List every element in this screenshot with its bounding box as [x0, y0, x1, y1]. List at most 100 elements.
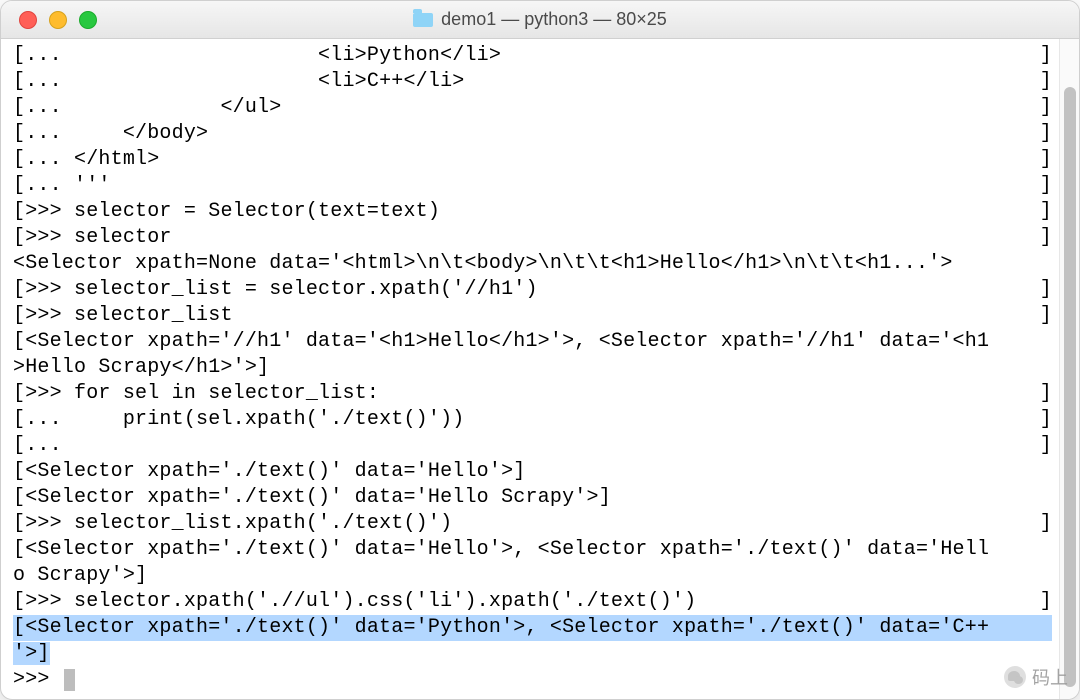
line-content: [<Selector xpath='./text()' data='Hello'…: [13, 459, 1052, 485]
watermark-text: 码上: [1032, 664, 1068, 690]
line-right-bracket: [1052, 537, 1055, 563]
terminal-line: [... </html>]: [13, 147, 1055, 173]
prompt: >>>: [25, 382, 74, 405]
line-content: o Scrapy'>]: [13, 563, 1052, 589]
line-right-bracket: ]: [1040, 95, 1055, 121]
line-text: [<Selector xpath='./text()' data='Python…: [13, 616, 989, 639]
line-content: ... <li>Python</li>: [25, 43, 1040, 69]
scrollbar-thumb[interactable]: [1064, 87, 1076, 687]
line-text: >Hello Scrapy</h1>'>]: [13, 356, 269, 379]
line-right-bracket: [1052, 355, 1055, 381]
terminal-line: [>>> selector_list = selector.xpath('//h…: [13, 277, 1055, 303]
terminal-line: >Hello Scrapy</h1>'>]: [13, 355, 1055, 381]
line-text: selector.xpath('.//ul').css('li').xpath(…: [74, 590, 696, 613]
line-right-bracket: ]: [1040, 121, 1055, 147]
titlebar[interactable]: demo1 — python3 — 80×25: [1, 1, 1079, 39]
line-text: '>]: [13, 642, 50, 665]
zoom-icon[interactable]: [79, 11, 97, 29]
line-right-bracket: [1052, 329, 1055, 355]
line-content: >>>: [13, 667, 1052, 693]
line-left-bracket: [: [13, 277, 25, 303]
prompt: ...: [25, 434, 74, 457]
wechat-icon: [1004, 666, 1026, 688]
line-content: [<Selector xpath='./text()' data='Hello'…: [13, 537, 1052, 563]
line-right-bracket: ]: [1040, 589, 1055, 615]
prompt: >>>: [25, 200, 74, 223]
line-content: [<Selector xpath='./text()' data='Python…: [13, 615, 1052, 641]
line-left-bracket: [: [13, 43, 25, 69]
prompt: ...: [25, 122, 74, 145]
terminal-line: [<Selector xpath='//h1' data='<h1>Hello<…: [13, 329, 1055, 355]
line-right-bracket: [1052, 563, 1055, 589]
line-right-bracket: ]: [1040, 407, 1055, 433]
prompt: >>>: [25, 278, 74, 301]
line-content: >>> selector_list: [25, 303, 1040, 329]
line-left-bracket: [: [13, 381, 25, 407]
line-text: o Scrapy'>]: [13, 564, 147, 587]
prompt: ...: [25, 408, 74, 431]
line-content: >>> selector_list.xpath('./text()'): [25, 511, 1040, 537]
line-right-bracket: ]: [1040, 225, 1055, 251]
line-right-bracket: ]: [1040, 303, 1055, 329]
prompt: ...: [25, 174, 74, 197]
prompt: >>>: [25, 512, 74, 535]
line-text: selector = Selector(text=text): [74, 200, 440, 223]
line-content: ... </ul>: [25, 95, 1040, 121]
terminal-line: [>>> selector_list.xpath('./text()')]: [13, 511, 1055, 537]
terminal-line: [... </body>]: [13, 121, 1055, 147]
line-right-bracket: ]: [1040, 69, 1055, 95]
line-left-bracket: [: [13, 303, 25, 329]
terminal-line: [>>> selector = Selector(text=text)]: [13, 199, 1055, 225]
window-controls: [19, 11, 97, 29]
terminal-output[interactable]: [... <li>Python</li>][... <li>C++</li>][…: [1, 39, 1059, 699]
line-content: ... print(sel.xpath('./text()')): [25, 407, 1040, 433]
prompt: ...: [25, 70, 74, 93]
terminal-line: [>>> selector_list]: [13, 303, 1055, 329]
line-left-bracket: [: [13, 511, 25, 537]
window-title-text: demo1 — python3 — 80×25: [441, 9, 667, 30]
line-right-bracket: [1052, 485, 1055, 511]
line-right-bracket: ]: [1040, 147, 1055, 173]
terminal-line: '>]: [13, 641, 1055, 667]
line-content: >Hello Scrapy</h1>'>]: [13, 355, 1052, 381]
terminal-line: [... ]: [13, 433, 1055, 459]
prompt: ...: [25, 96, 74, 119]
line-text: for sel in selector_list:: [74, 382, 379, 405]
line-text: </body>: [74, 122, 208, 145]
terminal-line: [<Selector xpath='./text()' data='Hello'…: [13, 537, 1055, 563]
line-content: >>> selector: [25, 225, 1040, 251]
line-right-bracket: ]: [1040, 277, 1055, 303]
prompt: ...: [25, 44, 74, 67]
prompt: >>>: [25, 226, 74, 249]
folder-icon: [413, 13, 433, 27]
line-left-bracket: [: [13, 199, 25, 225]
terminal-window: demo1 — python3 — 80×25 [... <li>Python<…: [0, 0, 1080, 700]
line-left-bracket: [: [13, 589, 25, 615]
line-left-bracket: [: [13, 95, 25, 121]
line-text: print(sel.xpath('./text()')): [74, 408, 464, 431]
terminal-line: o Scrapy'>]: [13, 563, 1055, 589]
minimize-icon[interactable]: [49, 11, 67, 29]
line-content: ... ''': [25, 173, 1040, 199]
scrollbar-track[interactable]: [1059, 39, 1079, 699]
line-text: selector: [74, 226, 172, 249]
line-left-bracket: [: [13, 225, 25, 251]
terminal-client: [... <li>Python</li>][... <li>C++</li>][…: [1, 39, 1079, 699]
line-text: ''': [74, 174, 111, 197]
line-content: ... </body>: [25, 121, 1040, 147]
terminal-line: <Selector xpath=None data='<html>\n\t<bo…: [13, 251, 1055, 277]
terminal-line: [<Selector xpath='./text()' data='Hello …: [13, 485, 1055, 511]
prompt: ...: [25, 148, 74, 171]
terminal-line: [<Selector xpath='./text()' data='Hello'…: [13, 459, 1055, 485]
line-content: >>> selector = Selector(text=text): [25, 199, 1040, 225]
close-icon[interactable]: [19, 11, 37, 29]
line-right-bracket: [1052, 615, 1055, 641]
prompt: >>>: [25, 590, 74, 613]
terminal-line: [>>> selector.xpath('.//ul').css('li').x…: [13, 589, 1055, 615]
window-title: demo1 — python3 — 80×25: [1, 9, 1079, 30]
line-text: [<Selector xpath='//h1' data='<h1>Hello<…: [13, 330, 989, 353]
line-right-bracket: ]: [1040, 511, 1055, 537]
line-left-bracket: [: [13, 407, 25, 433]
terminal-line: >>>: [13, 667, 1055, 693]
line-text: selector_list: [74, 304, 233, 327]
